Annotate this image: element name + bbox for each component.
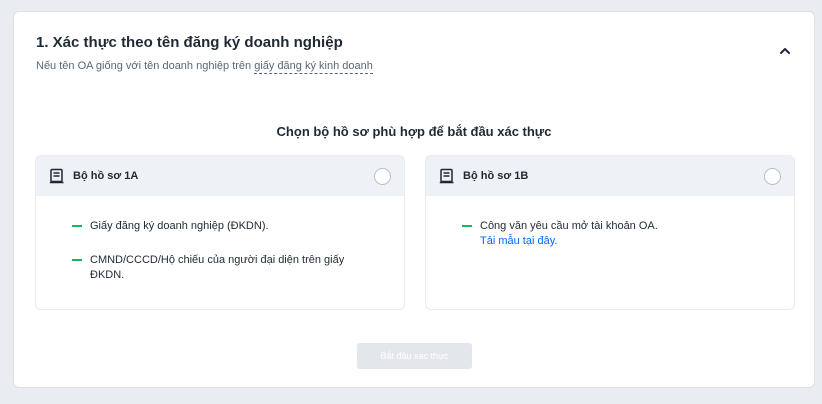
requirement-item: Công văn yêu cầu mở tài khoản OA. Tải mẫ… bbox=[462, 219, 766, 249]
requirement-item: Giấy đăng ký doanh nghiệp (ĐKDN). bbox=[72, 219, 376, 234]
requirement-text: Giấy đăng ký doanh nghiệp (ĐKDN). bbox=[90, 220, 269, 232]
business-license-link[interactable]: giấy đăng ký kinh doanh bbox=[254, 60, 373, 74]
dossier-card-1a[interactable]: Bộ hồ sơ 1A Giấy đăng ký doanh nghiệp (Đ… bbox=[35, 155, 405, 310]
dossier-1b-radio[interactable] bbox=[764, 167, 781, 185]
requirement-text-line: Công văn yêu cầu mở tài khoản OA. bbox=[480, 220, 658, 232]
requirement-item: CMND/CCCD/Hộ chiếu của người đại diện tr… bbox=[72, 253, 376, 283]
document-icon bbox=[439, 168, 455, 184]
dossier-card-1b-body: Công văn yêu cầu mở tài khoản OA. Tải mẫ… bbox=[426, 196, 794, 249]
subtitle-text: Nếu tên OA giống với tên doanh nghiệp tr… bbox=[36, 60, 255, 72]
document-icon bbox=[49, 168, 65, 184]
download-template-link[interactable]: Tải mẫu tại đây. bbox=[480, 234, 658, 249]
verification-panel: 1. Xác thực theo tên đăng ký doanh nghiệ… bbox=[13, 11, 815, 388]
dash-icon bbox=[72, 259, 82, 261]
dossier-card-1a-name: Bộ hồ sơ 1A bbox=[73, 170, 139, 182]
start-verification-button[interactable]: Bắt đầu xác thực bbox=[357, 343, 472, 369]
dossier-card-1a-body: Giấy đăng ký doanh nghiệp (ĐKDN). CMND/C… bbox=[36, 196, 404, 283]
dossier-card-1b-header[interactable]: Bộ hồ sơ 1B bbox=[426, 156, 794, 196]
chevron-up-icon[interactable] bbox=[776, 42, 794, 60]
picker-title: Chọn bộ hồ sơ phù hợp để bắt đầu xác thự… bbox=[276, 124, 552, 139]
section-subtitle: Nếu tên OA giống với tên doanh nghiệp tr… bbox=[36, 60, 373, 74]
dossier-card-1a-header[interactable]: Bộ hồ sơ 1A bbox=[36, 156, 404, 196]
dash-icon bbox=[72, 225, 82, 227]
dossier-card-1b-name: Bộ hồ sơ 1B bbox=[463, 170, 529, 182]
dash-icon bbox=[462, 225, 472, 227]
requirement-text: CMND/CCCD/Hộ chiếu của người đại diện tr… bbox=[90, 254, 345, 281]
section-title: 1. Xác thực theo tên đăng ký doanh nghiệ… bbox=[36, 34, 343, 51]
dossier-card-1b[interactable]: Bộ hồ sơ 1B Công văn yêu cầu mở tài khoả… bbox=[425, 155, 795, 310]
dossier-1a-radio[interactable] bbox=[374, 167, 391, 185]
requirement-text: Công văn yêu cầu mở tài khoản OA. Tải mẫ… bbox=[480, 219, 658, 249]
